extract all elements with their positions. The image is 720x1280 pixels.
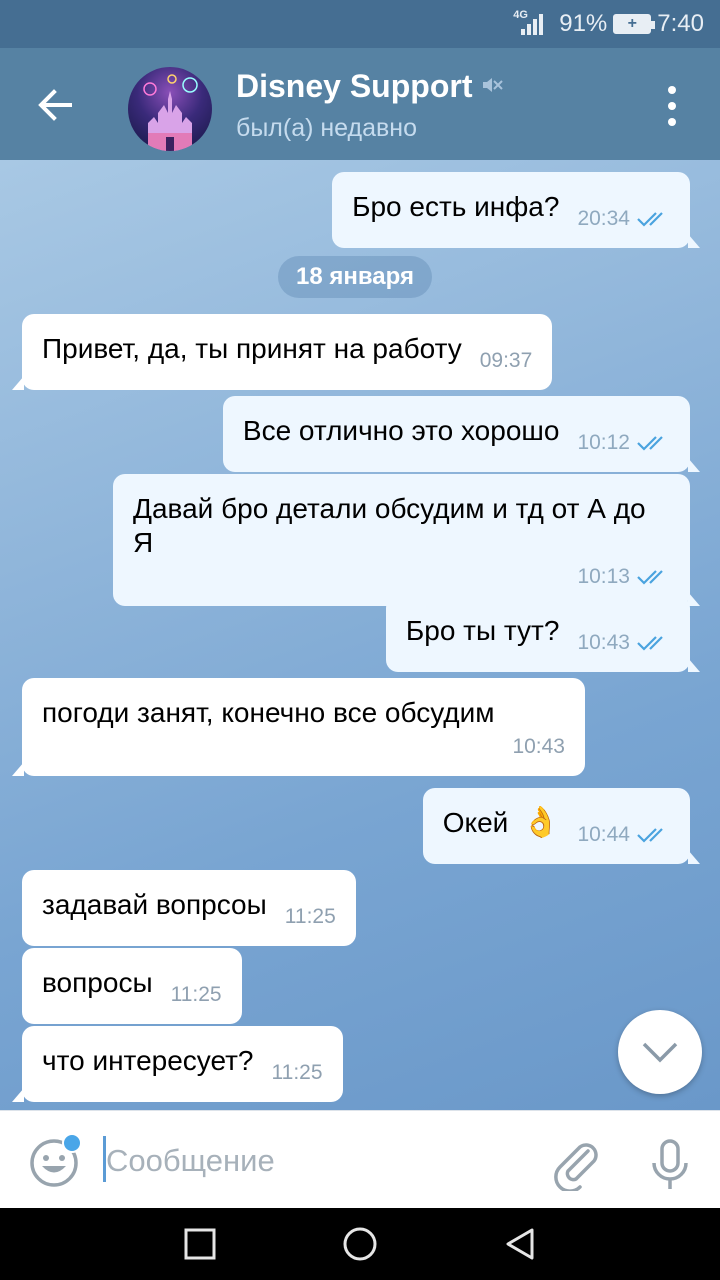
scroll-down-button[interactable]: [618, 1010, 702, 1094]
message-bubble-outgoing[interactable]: Давай бро детали обсудим и тд от А до Я …: [113, 474, 700, 606]
chat-area[interactable]: Бро есть инфа? 20:34 18 января Привет, д…: [0, 160, 720, 1110]
message-bubble-incoming[interactable]: задавай вопрсоы 11:25: [22, 870, 356, 946]
message-time: 10:43: [512, 735, 565, 758]
back-arrow-icon[interactable]: [30, 80, 80, 130]
double-check-icon: [637, 212, 663, 227]
message-composer: [0, 1110, 720, 1208]
ok-hand-emoji: 👌: [522, 806, 560, 839]
back-triangle-icon[interactable]: [500, 1224, 540, 1264]
clock: 7:40: [657, 10, 704, 37]
date-separator: 18 января: [278, 256, 432, 298]
more-menu-icon[interactable]: [660, 86, 684, 126]
message-bubble-outgoing[interactable]: Бро ты тут? 10:43: [385, 596, 700, 672]
chat-header: Disney Support был(а) недавно: [0, 48, 720, 160]
chat-title-text: Disney Support: [236, 68, 473, 104]
double-check-icon: [637, 828, 663, 843]
message-text: Привет, да, ты принят на работу: [42, 333, 462, 364]
home-icon[interactable]: [340, 1224, 380, 1264]
message-time: 10:44: [577, 823, 630, 846]
message-text: Бро есть инфа?: [352, 191, 560, 222]
double-check-icon: [637, 436, 663, 451]
message-input[interactable]: [106, 1139, 526, 1183]
message-text: вопросы: [42, 967, 153, 998]
microphone-icon[interactable]: [642, 1135, 698, 1195]
double-check-icon: [637, 570, 663, 585]
message-text: что интересует?: [42, 1045, 254, 1076]
message-time: 09:37: [479, 349, 533, 372]
recent-apps-icon[interactable]: [180, 1224, 220, 1264]
status-bar: 4G 91% + 7:40: [0, 0, 720, 48]
message-time: 10:12: [577, 431, 630, 454]
message-text: Окей: [442, 807, 509, 838]
message-time: 11:25: [271, 1061, 323, 1084]
signal-icon: 4G: [513, 9, 553, 37]
message-time: 11:25: [284, 905, 336, 928]
message-time: 11:25: [170, 983, 222, 1006]
message-text: задавай вопрсоы: [42, 889, 267, 920]
battery-icon: +: [613, 14, 656, 34]
message-bubble-incoming[interactable]: что интересует? 11:25: [12, 1026, 343, 1102]
chat-title[interactable]: Disney Support: [236, 68, 504, 105]
message-time: 10:13: [577, 565, 630, 588]
message-time: 10:43: [577, 631, 630, 654]
message-bubble-incoming[interactable]: вопросы 11:25: [22, 948, 242, 1024]
android-nav-bar: [0, 1208, 720, 1280]
avatar[interactable]: [128, 67, 212, 151]
notification-dot: [62, 1133, 82, 1153]
message-bubble-outgoing[interactable]: Все отлично это хорошо 10:12: [222, 396, 700, 472]
message-bubble-incoming[interactable]: Привет, да, ты принят на работу 09:37: [12, 314, 553, 390]
message-text: Давай бро детали обсудим и тд от А до Я: [133, 493, 646, 558]
paperclip-icon[interactable]: [548, 1135, 604, 1193]
message-text: Все отлично это хорошо: [242, 415, 560, 446]
message-bubble-outgoing[interactable]: Окей 👌 10:44: [422, 788, 700, 864]
battery-percent: 91%: [559, 10, 608, 37]
message-text: погоди занят, конечно все обсудим: [42, 697, 495, 728]
chevron-down-icon: [642, 1042, 678, 1063]
double-check-icon: [637, 636, 663, 651]
muted-speaker-icon: [480, 68, 504, 105]
message-time: 20:34: [577, 207, 630, 230]
message-bubble-incoming[interactable]: погоди занят, конечно все обсудим 10:43: [12, 678, 585, 776]
message-text: Бро ты тут?: [405, 615, 560, 646]
message-bubble-outgoing[interactable]: Бро есть инфа? 20:34: [332, 172, 700, 248]
last-seen-status: был(а) недавно: [236, 114, 418, 142]
